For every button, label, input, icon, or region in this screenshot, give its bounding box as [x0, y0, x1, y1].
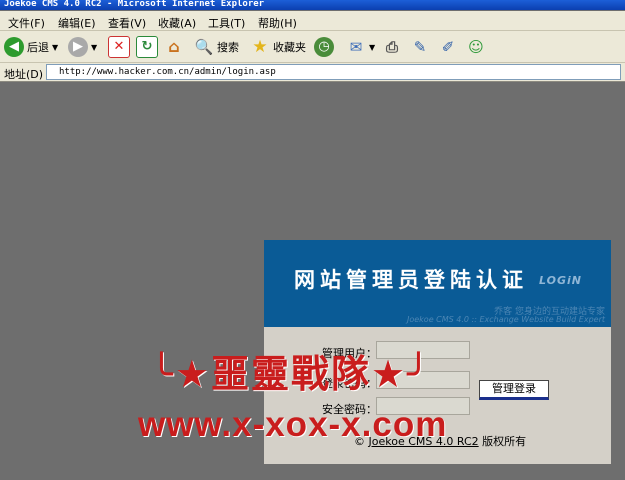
login-title: 网站管理员登陆认证: [294, 268, 528, 292]
dropdown-arrow-icon: ▼: [52, 42, 59, 52]
login-title-suffix: LOGiN: [539, 274, 582, 287]
favorites-button[interactable]: ★ 收藏夹: [250, 36, 306, 58]
favorites-label: 收藏夹: [273, 41, 306, 54]
watermark-url: www.x-xox-x.com: [138, 405, 448, 444]
discuss-button[interactable]: ✐: [438, 36, 458, 58]
window-title-bar: Joekoe CMS 4.0 RC2 - Microsoft Internet …: [0, 0, 625, 10]
stop-button[interactable]: ✕: [108, 36, 130, 58]
messenger-button[interactable]: ☺: [466, 36, 486, 58]
mail-icon: ✉: [349, 38, 363, 56]
address-bar: 地址(D) http://www.hacker.com.cn/admin/log…: [0, 63, 625, 82]
printer-icon: ⎙: [385, 38, 398, 56]
history-button[interactable]: ◷: [314, 36, 334, 58]
dropdown-arrow-icon: ▼: [91, 42, 98, 52]
search-label: 搜索: [217, 41, 239, 54]
login-banner: 网站管理员登陆认证 LOGiN 乔客 您身边的互动建站专家 Joekoe CMS…: [264, 240, 611, 327]
home-button[interactable]: ⌂: [164, 36, 184, 58]
address-label: 地址(D): [4, 68, 44, 81]
history-icon: ◷: [314, 37, 334, 57]
discuss-icon: ✐: [441, 38, 455, 56]
back-button[interactable]: ◀ 后退 ▼: [4, 36, 58, 58]
watermark-team-name: ╰★噩靈戰隊★╯: [150, 352, 432, 396]
admin-login-button[interactable]: 管理登录: [479, 380, 549, 400]
edit-icon: ✎: [413, 38, 427, 56]
home-icon: ⌂: [168, 37, 180, 56]
menu-tools[interactable]: 工具(T): [208, 15, 245, 31]
refresh-icon: ↻: [136, 36, 158, 58]
stop-icon: ✕: [108, 36, 130, 58]
address-input[interactable]: http://www.hacker.com.cn/admin/login.asp: [46, 64, 621, 80]
login-tagline-en: Joekoe CMS 4.0 :: Exchange Website Build…: [407, 315, 605, 324]
copyright-rights: 版权所有: [482, 435, 527, 448]
star-icon: ★: [252, 37, 268, 57]
mail-button[interactable]: ✉ ▼: [346, 36, 375, 58]
search-button[interactable]: 🔍 搜索: [194, 36, 239, 58]
toolbar: ◀ 后退 ▼ ▶ ▼ ✕ ↻ ⌂ 🔍 搜索 ★ 收藏夹 ◷ ✉ ▼ ⎙ ✎ ✐ …: [0, 31, 625, 63]
back-arrow-icon: ◀: [4, 37, 24, 57]
print-button[interactable]: ⎙: [382, 36, 402, 58]
refresh-button[interactable]: ↻: [136, 36, 158, 58]
dropdown-arrow-icon: ▼: [369, 42, 376, 52]
forward-arrow-icon: ▶: [68, 37, 88, 57]
search-icon: 🔍: [194, 38, 214, 56]
messenger-icon: ☺: [468, 38, 484, 56]
menu-help[interactable]: 帮助(H): [258, 15, 297, 31]
menu-favorites[interactable]: 收藏(A): [158, 15, 196, 31]
menu-file[interactable]: 文件(F): [8, 15, 45, 31]
menu-view[interactable]: 查看(V): [108, 15, 146, 31]
forward-button[interactable]: ▶ ▼: [68, 36, 97, 58]
menu-bar: 文件(F) 编辑(E) 查看(V) 收藏(A) 工具(T) 帮助(H): [0, 11, 625, 31]
back-label: 后退: [27, 41, 49, 54]
menu-edit[interactable]: 编辑(E): [58, 15, 96, 31]
window-title: Joekoe CMS 4.0 RC2 - Microsoft Internet …: [4, 0, 265, 9]
edit-button[interactable]: ✎: [410, 36, 430, 58]
